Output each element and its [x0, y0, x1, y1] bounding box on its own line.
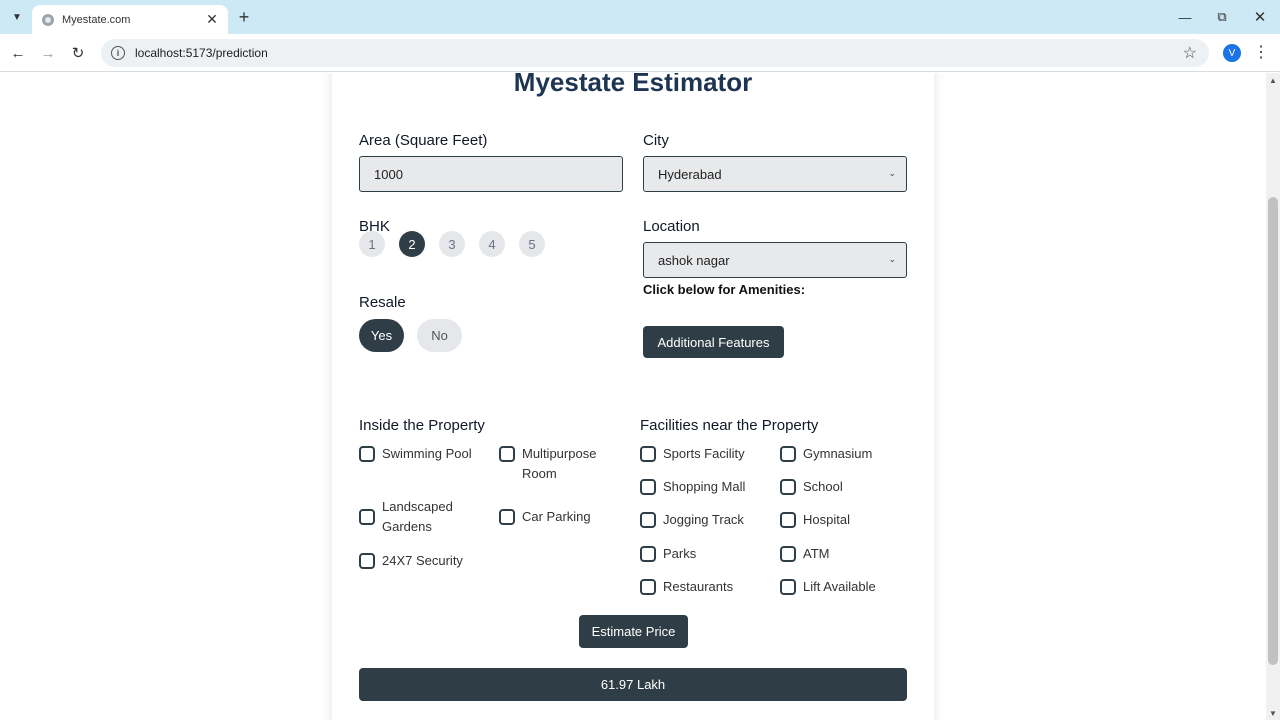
checkbox-label: Jogging Track [663, 512, 744, 527]
checkbox-school[interactable]: School [780, 477, 903, 497]
checkbox-icon[interactable] [780, 446, 796, 462]
checkbox-label: ATM [803, 546, 830, 561]
resale-yes-button[interactable]: Yes [359, 319, 404, 352]
checkbox-icon[interactable] [499, 509, 515, 525]
area-input[interactable]: 1000 [359, 156, 623, 192]
checkbox-label: 24X7 Security [382, 553, 463, 568]
checkbox-lift-available[interactable]: Lift Available [780, 577, 903, 597]
estimated-price-result: 61.97 Lakh [359, 668, 907, 701]
bhk-option-5[interactable]: 5 [519, 231, 545, 257]
window-close-icon[interactable]: ✕ [1241, 4, 1279, 30]
checkbox-icon[interactable] [780, 512, 796, 528]
checkbox-swimming-pool[interactable]: Swimming Pool [359, 444, 482, 464]
resale-no-button[interactable]: No [417, 319, 462, 352]
scrollbar-thumb[interactable] [1268, 197, 1278, 665]
browser-menu-icon[interactable]: ⋮ [1253, 43, 1269, 63]
inside-property-title: Inside the Property [359, 417, 485, 434]
bhk-option-2[interactable]: 2 [399, 231, 425, 257]
amenities-prompt: Click below for Amenities: [643, 282, 806, 297]
bhk-option-4[interactable]: 4 [479, 231, 505, 257]
checkbox-atm[interactable]: ATM [780, 544, 903, 564]
location-label: Location [643, 218, 700, 235]
checkbox-icon[interactable] [640, 546, 656, 562]
tab-search-icon[interactable]: ▼ [6, 7, 28, 27]
browser-tab-bar: ▼ Myestate.com ✕ + — ⧉ ✕ [0, 0, 1280, 34]
checkbox-icon[interactable] [780, 546, 796, 562]
address-bar[interactable]: i localhost:5173/prediction ☆ [101, 39, 1209, 67]
checkbox-icon[interactable] [780, 579, 796, 595]
checkbox-icon[interactable] [359, 509, 375, 525]
checkbox-parks[interactable]: Parks [640, 544, 763, 564]
page-title: Myestate Estimator [513, 73, 753, 97]
checkbox-label: Lift Available [803, 579, 876, 594]
checkbox-icon[interactable] [359, 446, 375, 462]
minimize-icon[interactable]: — [1166, 4, 1204, 30]
page-scrollbar[interactable]: ▲ ▼ [1266, 73, 1280, 720]
city-select[interactable]: Hyderabad ⌄ [643, 156, 907, 192]
checkbox-restaurants[interactable]: Restaurants [640, 577, 763, 597]
browser-tab[interactable]: Myestate.com ✕ [32, 5, 228, 34]
checkbox-label: Restaurants [663, 579, 734, 594]
restore-icon[interactable]: ⧉ [1203, 4, 1241, 30]
tab-title: Myestate.com [62, 13, 131, 26]
checkbox-icon[interactable] [359, 553, 375, 569]
close-tab-icon[interactable]: ✕ [202, 11, 222, 28]
checkbox-icon[interactable] [780, 479, 796, 495]
checkbox-jogging-track[interactable]: Jogging Track [640, 510, 763, 530]
globe-icon [42, 13, 54, 26]
bhk-option-1[interactable]: 1 [359, 231, 385, 257]
back-arrow-icon[interactable]: ← [7, 42, 29, 64]
chevron-down-icon: ⌄ [888, 168, 896, 178]
checkbox-sports-facility[interactable]: Sports Facility [640, 444, 763, 464]
checkbox-multipurpose-room[interactable]: Multipurpose Room [499, 444, 607, 484]
checkbox-label: Landscaped Gardens [382, 499, 453, 534]
checkbox-label: Car Parking [522, 509, 591, 524]
checkbox-gymnasium[interactable]: Gymnasium [780, 444, 903, 464]
checkbox-icon[interactable] [640, 579, 656, 595]
checkbox-icon[interactable] [499, 446, 515, 462]
page-viewport: Myestate Estimator Area (Square Feet) 10… [0, 73, 1266, 720]
location-value: ashok nagar [658, 252, 730, 268]
checkbox-shopping-mall[interactable]: Shopping Mall [640, 477, 763, 497]
url-text[interactable]: localhost:5173/prediction [135, 46, 1183, 60]
checkbox-label: Swimming Pool [382, 446, 472, 461]
checkbox-label: Multipurpose Room [522, 446, 597, 481]
new-tab-icon[interactable]: + [234, 7, 254, 27]
area-label: Area (Square Feet) [359, 132, 488, 149]
city-value: Hyderabad [658, 166, 722, 182]
resale-label: Resale [359, 294, 406, 311]
scroll-down-icon[interactable]: ▼ [1269, 709, 1277, 718]
bhk-option-3[interactable]: 3 [439, 231, 465, 257]
checkbox-label: Shopping Mall [663, 479, 746, 494]
checkbox-label: Parks [663, 546, 697, 561]
additional-features-button[interactable]: Additional Features [643, 326, 784, 358]
bookmark-star-icon[interactable]: ☆ [1183, 43, 1197, 63]
estimate-price-button[interactable]: Estimate Price [579, 615, 688, 648]
checkbox-hospital[interactable]: Hospital [780, 510, 903, 530]
chevron-down-icon: ⌄ [888, 254, 896, 264]
checkbox-landscaped-gardens[interactable]: Landscaped Gardens [359, 497, 462, 537]
checkbox-label: School [803, 479, 843, 494]
estimator-card: Myestate Estimator Area (Square Feet) 10… [332, 73, 934, 720]
browser-toolbar: ← → ↻ i localhost:5173/prediction ☆ V ⋮ [0, 34, 1280, 72]
profile-avatar[interactable]: V [1223, 44, 1241, 62]
checkbox-icon[interactable] [640, 479, 656, 495]
site-info-icon[interactable]: i [111, 46, 125, 60]
checkbox-label: Gymnasium [803, 446, 873, 461]
reload-icon[interactable]: ↻ [67, 42, 89, 64]
checkbox-24x7-security[interactable]: 24X7 Security [359, 551, 482, 571]
checkbox-label: Hospital [803, 512, 850, 527]
scroll-up-icon[interactable]: ▲ [1269, 76, 1277, 85]
location-select[interactable]: ashok nagar ⌄ [643, 242, 907, 278]
checkbox-car-parking[interactable]: Car Parking [499, 507, 622, 527]
bhk-selector: 1 2 3 4 5 [359, 231, 559, 257]
checkbox-icon[interactable] [640, 512, 656, 528]
forward-arrow-icon[interactable]: → [37, 42, 59, 64]
facilities-title: Facilities near the Property [640, 417, 819, 434]
checkbox-icon[interactable] [640, 446, 656, 462]
city-label: City [643, 132, 669, 149]
checkbox-label: Sports Facility [663, 446, 745, 461]
